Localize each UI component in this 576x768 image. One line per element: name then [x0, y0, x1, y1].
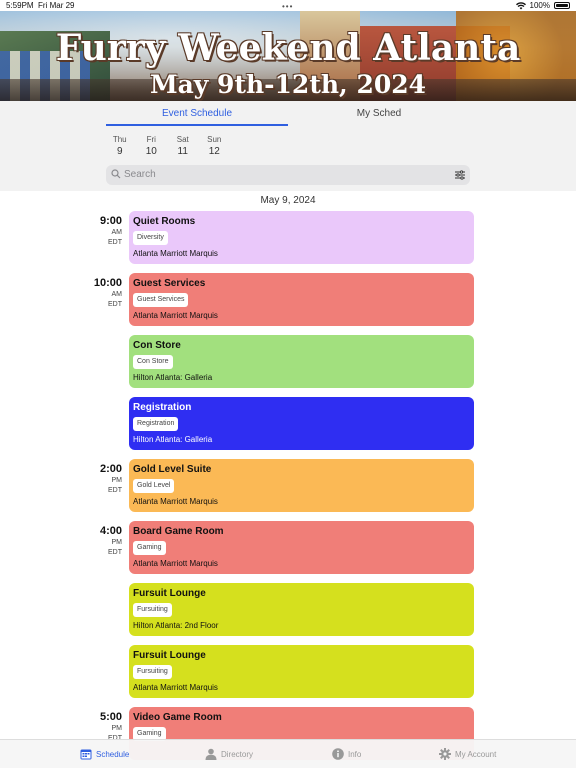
event-name: Registration — [133, 402, 192, 413]
status-right: 100% — [515, 1, 570, 10]
day-thu[interactable]: Thu 9 — [104, 135, 136, 157]
event-card[interactable]: Gold Level Suite Gold Level Atlanta Marr… — [129, 459, 474, 512]
event-tag: Fursuiting — [133, 603, 172, 617]
nav-label: Info — [348, 749, 362, 759]
event-tag: Guest Services — [133, 293, 189, 307]
day-sun[interactable]: Sun 12 — [199, 135, 231, 157]
nav-my-account[interactable]: My Account — [439, 748, 496, 760]
time-label: 9:00 AM EDT — [88, 215, 122, 247]
day-sat[interactable]: Sat 11 — [167, 135, 199, 157]
wifi-icon — [515, 1, 526, 10]
event-tag: Registration — [133, 417, 179, 431]
banner-title: Furry Weekend Atlanta — [55, 27, 521, 69]
nav-schedule[interactable]: Schedule — [80, 748, 129, 760]
nav-label: Directory — [221, 749, 254, 759]
calendar-icon — [80, 749, 92, 760]
day-name: Thu — [112, 135, 127, 144]
status-time: 5:59PM — [6, 1, 34, 10]
gear-icon — [439, 748, 451, 760]
event-location: Hilton Atlanta: 2nd Floor — [133, 621, 219, 630]
event-card[interactable]: Board Game Room Gaming Atlanta Marriott … — [129, 521, 474, 574]
event-name: Quiet Rooms — [133, 216, 196, 227]
event-name: Fursuit Lounge — [133, 588, 206, 599]
time-label: 4:00 PM EDT — [88, 525, 122, 557]
time-value: 5:00 — [99, 711, 122, 723]
time-ampm: PM — [111, 539, 123, 546]
day-number: 9 — [116, 146, 123, 157]
time-ampm: PM — [111, 725, 123, 732]
day-name: Sat — [176, 135, 189, 144]
event-tag: Gold Level — [133, 479, 175, 493]
bottom-tab-bar: Schedule Directory Info My Account — [0, 739, 576, 768]
tab-bar: Event Schedule My Sched — [0, 101, 576, 127]
event-tag: Gaming — [133, 541, 166, 555]
time-label: 2:00 PM EDT — [88, 463, 122, 495]
search-placeholder: Search — [124, 169, 156, 180]
event-tag: Diversity — [133, 231, 168, 245]
day-number: 12 — [208, 146, 220, 157]
schedule-controls: Event Schedule My Sched Thu 9 Fri 10 Sat… — [0, 101, 576, 191]
event-card[interactable]: Registration Registration Hilton Atlanta… — [129, 397, 474, 450]
event-location: Hilton Atlanta: Galleria — [133, 373, 213, 382]
search-icon — [111, 169, 121, 179]
event-card[interactable]: Con Store Con Store Hilton Atlanta: Gall… — [129, 335, 474, 388]
nav-directory[interactable]: Directory — [205, 748, 253, 760]
person-icon — [205, 748, 217, 760]
event-card[interactable]: Quiet Rooms Diversity Atlanta Marriott M… — [129, 211, 474, 264]
banner-subtitle: May 9th-12th, 2024 — [149, 70, 427, 99]
time-ampm: AM — [111, 229, 123, 236]
day-name: Sun — [207, 135, 222, 144]
filter-icon[interactable] — [455, 170, 465, 180]
tab-underline — [106, 124, 288, 126]
event-card[interactable]: Guest Services Guest Services Atlanta Ma… — [129, 273, 474, 326]
status-bar: 5:59PM Fri Mar 29 ••• 100% — [0, 0, 576, 11]
event-location: Atlanta Marriott Marquis — [133, 311, 218, 320]
time-zone: EDT — [108, 239, 122, 246]
time-zone: EDT — [108, 487, 122, 494]
event-location: Atlanta Marriott Marquis — [133, 683, 218, 692]
event-card[interactable]: Fursuit Lounge Fursuiting Atlanta Marrio… — [129, 645, 474, 698]
time-value: 10:00 — [93, 277, 122, 289]
time-label: 10:00 AM EDT — [88, 277, 122, 309]
battery-percent: 100% — [529, 1, 550, 10]
tab-my-sched[interactable]: My Sched — [288, 108, 470, 119]
day-number: 11 — [177, 146, 188, 157]
event-card[interactable]: Fursuit Lounge Fursuiting Hilton Atlanta… — [129, 583, 474, 636]
event-location: Atlanta Marriott Marquis — [133, 559, 218, 568]
day-fri[interactable]: Fri 10 — [136, 135, 168, 157]
time-zone: EDT — [108, 301, 122, 308]
event-name: Fursuit Lounge — [133, 650, 206, 661]
time-zone: EDT — [108, 549, 122, 556]
event-location: Hilton Atlanta: Galleria — [133, 435, 213, 444]
event-location: Atlanta Marriott Marquis — [133, 249, 218, 258]
search-input[interactable]: Search — [106, 165, 470, 185]
event-tag: Con Store — [133, 355, 173, 369]
tab-event-schedule[interactable]: Event Schedule — [106, 108, 288, 119]
nav-label: My Account — [455, 749, 497, 759]
date-heading: May 9, 2024 — [260, 195, 316, 206]
multitasking-dots[interactable]: ••• — [282, 2, 293, 11]
time-value: 4:00 — [99, 525, 122, 537]
time-ampm: PM — [111, 477, 123, 484]
time-ampm: AM — [111, 291, 123, 298]
event-name: Board Game Room — [133, 526, 224, 537]
time-value: 2:00 — [99, 463, 122, 475]
event-tag: Fursuiting — [133, 665, 172, 679]
event-banner: Furry Weekend Atlanta May 9th-12th, 2024 — [0, 11, 576, 101]
event-location: Atlanta Marriott Marquis — [133, 497, 218, 506]
info-icon — [332, 748, 344, 760]
event-name: Video Game Room — [133, 712, 222, 723]
day-selector: Thu 9 Fri 10 Sat 11 Sun 12 — [104, 135, 230, 157]
status-date: Fri Mar 29 — [38, 1, 75, 10]
day-number: 10 — [145, 146, 157, 157]
event-name: Con Store — [133, 340, 181, 351]
event-name: Gold Level Suite — [133, 464, 212, 475]
status-time-date: 5:59PM Fri Mar 29 — [6, 1, 74, 10]
battery-icon — [554, 2, 570, 9]
nav-info[interactable]: Info — [332, 748, 361, 760]
event-name: Guest Services — [133, 278, 206, 289]
day-name: Fri — [146, 135, 156, 144]
nav-label: Schedule — [96, 749, 130, 759]
time-value: 9:00 — [99, 215, 122, 227]
